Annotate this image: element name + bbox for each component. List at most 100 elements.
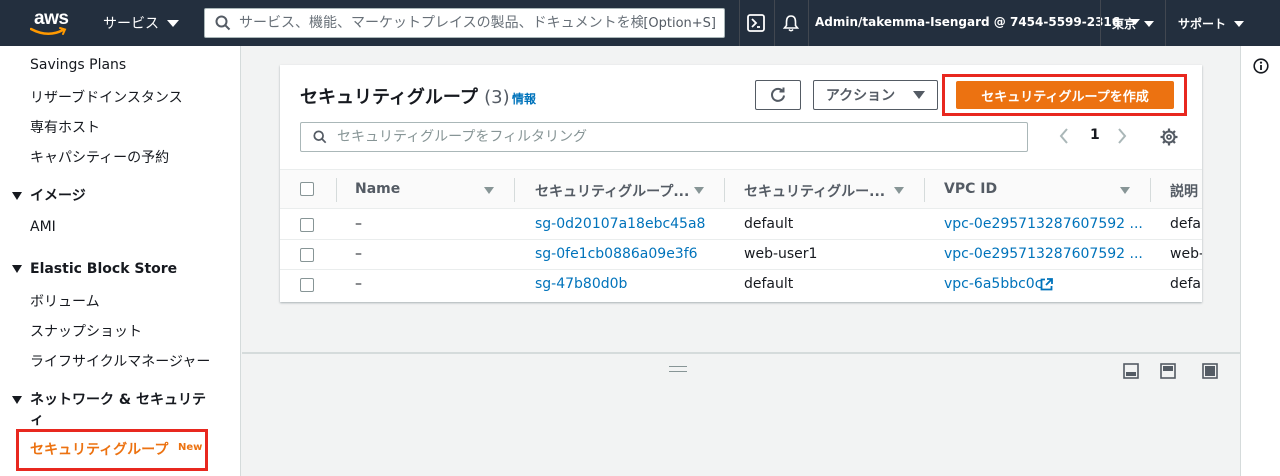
sort-icon[interactable]	[1120, 187, 1130, 194]
item-count: (3)	[484, 87, 510, 108]
sidebar-item-ami[interactable]: AMI	[30, 219, 56, 235]
sidebar-group-images[interactable]: イメージ	[12, 186, 86, 206]
support-menu[interactable]: サポート	[1178, 15, 1245, 32]
sidebar-group-label: ネットワーク & セキュリティ	[30, 392, 206, 428]
cell-description: defau	[1170, 216, 1202, 232]
table-row[interactable]: – sg-47b80d0b default vpc-6a5bbc0c defau	[280, 270, 1202, 300]
cell-description: defau	[1170, 276, 1202, 292]
sidebar-item-lifecycle-manager[interactable]: ライフサイクルマネージャー	[30, 351, 210, 371]
cloudshell-icon[interactable]	[746, 13, 766, 33]
panel-title-text: セキュリティグループ	[300, 87, 478, 108]
panel-full-icon[interactable]	[1202, 363, 1218, 379]
cell-name: –	[355, 246, 362, 262]
sidebar-group-network-security[interactable]: ネットワーク & セキュリティ	[12, 390, 222, 430]
page-title: セキュリティグループ (3)	[300, 83, 510, 109]
sidebar-item-capacity-reservations[interactable]: キャパシティーの予約	[30, 147, 169, 167]
nav-divider	[774, 0, 775, 46]
caret-down-icon	[1144, 20, 1155, 27]
cell-name: –	[355, 276, 362, 292]
sidebar-item-dedicated-hosts[interactable]: 専有ホスト	[30, 117, 100, 137]
column-header-name[interactable]: Name	[355, 181, 400, 197]
select-all-checkbox[interactable]	[300, 182, 314, 196]
column-header-group-id[interactable]: セキュリティグループ...	[535, 181, 689, 201]
sidebar-group-label: イメージ	[30, 188, 86, 204]
account-label: Admin/takemma-Isengard @ 7454-5599-2316	[815, 15, 1121, 29]
search-icon	[313, 130, 327, 144]
cell-description: web-	[1170, 246, 1202, 262]
refresh-icon	[771, 87, 785, 102]
services-menu-button[interactable]: サービス	[103, 13, 179, 33]
table-row[interactable]: – sg-0fe1cb0886a09e3f6 web-user1 vpc-0e2…	[280, 240, 1202, 270]
info-icon[interactable]	[1253, 58, 1269, 74]
navigation-sidebar: Savings Plans リザーブドインスタンス 専有ホスト キャパシティーの…	[0, 46, 241, 476]
cell-group-name: web-user1	[744, 246, 818, 262]
actions-dropdown-button[interactable]: アクション	[813, 80, 938, 110]
cell-vpc-id-link[interactable]: vpc-6a5bbc0c	[944, 276, 1042, 292]
sidebar-item-volumes[interactable]: ボリューム	[30, 291, 100, 311]
collapse-triangle-icon	[12, 396, 22, 404]
account-menu[interactable]: Admin/takemma-Isengard @ 7454-5599-2316	[815, 15, 1141, 29]
chevron-left-icon[interactable]	[1058, 127, 1070, 145]
support-label: サポート	[1178, 17, 1227, 31]
actions-label: アクション	[825, 88, 896, 104]
nav-divider	[1165, 0, 1166, 46]
nav-divider	[739, 0, 740, 46]
services-label: サービス	[103, 16, 159, 32]
cell-group-id-link[interactable]: sg-47b80d0b	[535, 276, 627, 292]
sidebar-item-reserved-instances[interactable]: リザーブドインスタンス	[30, 87, 183, 107]
aws-logo[interactable]: aws	[24, 6, 74, 40]
filter-input[interactable]	[337, 129, 1027, 145]
collapse-triangle-icon	[12, 192, 22, 200]
nav-divider	[808, 0, 809, 46]
row-checkbox[interactable]	[300, 248, 314, 262]
cell-group-id-link[interactable]: sg-0d20107a18ebc45a8	[535, 216, 705, 232]
column-header-vpc-id[interactable]: VPC ID	[944, 181, 997, 197]
panel-bottom-icon[interactable]	[1123, 363, 1139, 379]
sidebar-item-savings-plans[interactable]: Savings Plans	[30, 57, 126, 73]
column-divider	[924, 178, 925, 202]
row-checkbox[interactable]	[300, 278, 314, 292]
collapse-triangle-icon	[12, 265, 22, 273]
top-navigation-bar: aws サービス [Option+S] Admin/takemma-Isenga…	[0, 0, 1280, 46]
caret-down-icon	[1234, 20, 1245, 27]
create-security-group-button[interactable]: セキュリティグループを作成	[956, 81, 1174, 109]
column-divider	[1150, 178, 1151, 202]
page-number[interactable]: 1	[1090, 127, 1100, 143]
sort-icon[interactable]	[894, 187, 904, 194]
nav-divider	[1100, 0, 1101, 46]
global-search-input[interactable]	[239, 15, 644, 31]
sort-icon[interactable]	[694, 187, 704, 194]
filter-box[interactable]	[300, 122, 1028, 152]
sort-icon[interactable]	[484, 187, 494, 194]
column-header-description[interactable]: 説明	[1170, 181, 1198, 201]
column-divider	[336, 178, 337, 202]
sidebar-item-security-groups[interactable]: セキュリティグループ New	[16, 429, 208, 471]
sidebar-group-ebs[interactable]: Elastic Block Store	[12, 259, 177, 279]
refresh-button[interactable]	[755, 80, 801, 110]
chevron-right-icon[interactable]	[1116, 127, 1128, 145]
details-split-pane	[242, 354, 1240, 476]
cell-group-id-link[interactable]: sg-0fe1cb0886a09e3f6	[535, 246, 698, 262]
drag-handle-icon[interactable]	[669, 366, 687, 372]
cell-vpc-id-link[interactable]: vpc-0e295713287607592 ...	[944, 246, 1143, 262]
highlight-frame: セキュリティグループを作成	[942, 74, 1187, 116]
cell-group-name: default	[744, 276, 794, 292]
external-link-icon[interactable]	[1040, 278, 1053, 291]
info-link[interactable]: 情報	[512, 90, 536, 107]
bell-icon[interactable]	[781, 13, 801, 33]
cell-vpc-id-link[interactable]: vpc-0e295713287607592 ...	[944, 216, 1143, 232]
global-search-box[interactable]: [Option+S]	[204, 8, 725, 38]
gear-icon[interactable]	[1160, 128, 1178, 146]
security-groups-panel: セキュリティグループ (3) 情報 アクション セキュリティグループを作成 セキ…	[280, 65, 1202, 302]
table-row[interactable]: – sg-0d20107a18ebc45a8 default vpc-0e295…	[280, 210, 1202, 240]
sidebar-item-snapshots[interactable]: スナップショット	[30, 321, 142, 341]
aws-smile-icon	[30, 27, 67, 35]
row-checkbox[interactable]	[300, 218, 314, 232]
column-header-group-name[interactable]: セキュリティグルー...	[744, 181, 885, 201]
right-help-rail	[1240, 46, 1280, 476]
panel-split-icon[interactable]	[1160, 363, 1176, 379]
table-header: Name セキュリティグループ... セキュリティグルー... VPC ID 説…	[280, 169, 1202, 209]
region-selector[interactable]: 東京	[1112, 15, 1155, 32]
split-pane-divider[interactable]	[242, 352, 1240, 354]
column-divider	[724, 178, 725, 202]
